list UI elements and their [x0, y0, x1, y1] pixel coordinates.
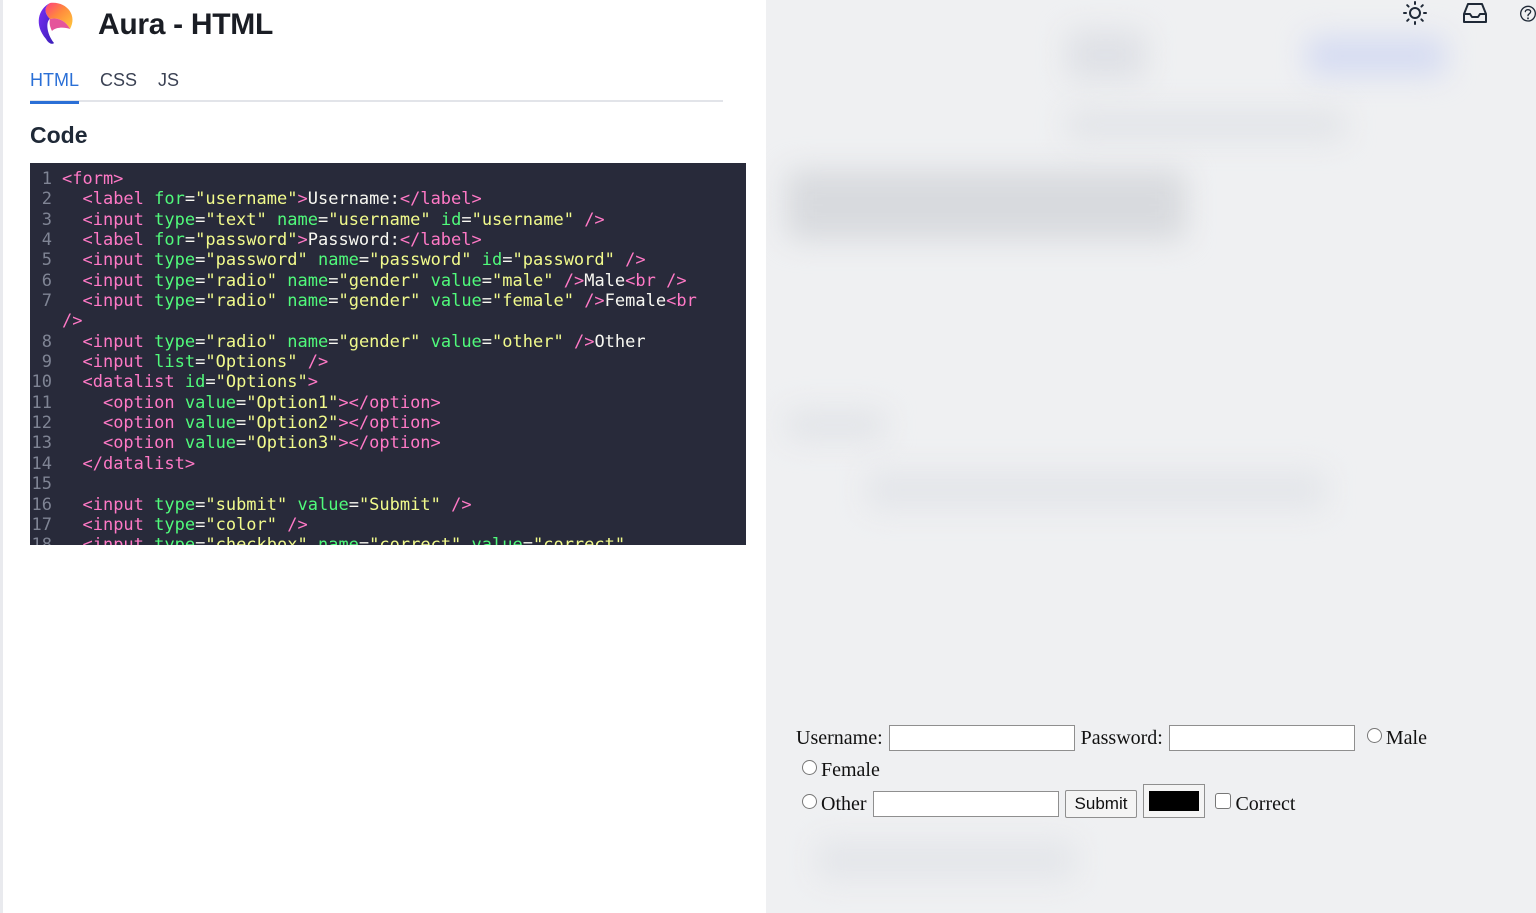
- line-number: 16: [31, 494, 52, 515]
- aura-logo-icon: [38, 2, 73, 44]
- blurred-element: [786, 170, 1186, 240]
- code-text: <datalist id="Options">: [82, 372, 318, 393]
- code-text: <input type="text" name="username" id="u…: [82, 209, 605, 230]
- form-row-2: Female: [796, 754, 1456, 786]
- options-list-input[interactable]: [872, 791, 1059, 817]
- code-text: <label for="password">Password:</label>: [82, 230, 482, 251]
- tab-css[interactable]: CSS: [100, 66, 137, 102]
- code-text: <option value="Option2"></option>: [102, 413, 441, 434]
- line-number: 12: [31, 413, 52, 434]
- line-number: 9: [41, 352, 52, 373]
- code-text: <input list="Options" />: [82, 352, 329, 373]
- correct-checkbox[interactable]: [1215, 793, 1232, 809]
- blurred-element: [1066, 30, 1146, 80]
- line-number: 1: [41, 169, 52, 189]
- top-toolbar: [1370, 0, 1536, 30]
- line-number: 14: [31, 453, 52, 474]
- code-text: <input type="password" name="password" i…: [82, 250, 646, 271]
- code-text: <option value="Option3"></option>: [102, 433, 441, 454]
- code-line: 6 <input type="radio" name="gender" valu…: [30, 271, 746, 291]
- male-radio[interactable]: [1366, 727, 1382, 743]
- code-editor[interactable]: 1 <form> 2 <label for="username">Username:…: [30, 163, 746, 545]
- code-line: 14 </datalist>: [30, 454, 746, 474]
- line-number: [30, 311, 62, 331]
- line-number: 3: [41, 209, 52, 230]
- code-line: 8 <input type="radio" name="gender" valu…: [30, 332, 746, 352]
- help-icon[interactable]: [1516, 0, 1536, 30]
- rendered-form: Username: Password: Male Female Other Su…: [796, 722, 1456, 822]
- male-label: Male: [1385, 727, 1427, 749]
- code-line: 3 <input type="text" name="username" id=…: [30, 210, 746, 230]
- code-line: 15: [30, 474, 746, 494]
- other-label: Other: [821, 793, 867, 815]
- code-line: 5 <input type="password" name="password"…: [30, 250, 746, 270]
- line-number: 8: [41, 331, 52, 352]
- code-text: </datalist>: [82, 453, 196, 474]
- code-line: />: [30, 311, 746, 331]
- code-line: 10 <datalist id="Options">: [30, 372, 746, 392]
- line-number: 17: [31, 514, 52, 535]
- form-row-1: Username: Password: Male: [796, 722, 1456, 754]
- username-label: Username:: [796, 727, 883, 749]
- line-number: 15: [31, 474, 52, 495]
- correct-label: Correct: [1235, 793, 1296, 815]
- password-input[interactable]: [1168, 725, 1355, 751]
- tab-js[interactable]: JS: [158, 66, 179, 102]
- username-input[interactable]: [888, 725, 1075, 751]
- line-number: 13: [31, 433, 52, 454]
- code-text: <input type="color" />: [82, 514, 308, 535]
- code-line: 17 <input type="color" />: [30, 515, 746, 535]
- line-number: 6: [41, 270, 52, 291]
- code-line: 7 <input type="radio" name="gender" valu…: [30, 291, 746, 311]
- blurred-element: [786, 410, 886, 440]
- blurred-element: [866, 470, 1326, 510]
- line-number: 4: [41, 230, 52, 251]
- code-line: 11 <option value="Option1"></option>: [30, 393, 746, 413]
- female-radio[interactable]: [802, 759, 817, 775]
- line-number: 2: [41, 189, 52, 210]
- code-text: <input type="radio" name="gender" value=…: [82, 331, 646, 352]
- code-text: <input type="radio" name="gender" value=…: [82, 291, 697, 312]
- blurred-element: [1306, 36, 1446, 76]
- password-label: Password:: [1080, 727, 1163, 749]
- code-text: <input type="submit" value="Submit" />: [82, 494, 472, 515]
- color-picker[interactable]: [1143, 784, 1206, 818]
- code-text: <input type="checkbox" name="correct" va…: [62, 535, 625, 545]
- blurred-element: [1066, 110, 1346, 140]
- code-line: 4 <label for="password">Password:</label…: [30, 230, 746, 250]
- form-row-3: Other Submit Correct: [796, 784, 1456, 822]
- blurred-element: [816, 840, 1076, 880]
- female-label: Female: [821, 759, 880, 781]
- app-title: Aura - HTML: [98, 8, 274, 41]
- tab-html[interactable]: HTML: [30, 66, 79, 104]
- line-number: 5: [41, 250, 52, 271]
- sun-icon[interactable]: [1400, 0, 1430, 30]
- code-text: />: [62, 311, 83, 332]
- code-line: 2 <label for="username">Username:</label…: [30, 189, 746, 209]
- line-number: 10: [31, 372, 52, 393]
- submit-button[interactable]: Submit: [1064, 790, 1138, 818]
- language-tabs: HTML CSS JS: [30, 66, 723, 104]
- line-number: 11: [31, 392, 52, 413]
- app-header: Aura - HTML: [30, 0, 273, 50]
- code-text: <form>: [62, 169, 124, 189]
- code-section-title: Code: [30, 122, 88, 148]
- code-line: 1 <form>: [30, 169, 746, 189]
- code-text: <input type="radio" name="gender" value=…: [82, 270, 687, 291]
- code-line: 16 <input type="submit" value="Submit" /…: [30, 495, 746, 515]
- code-line: 9 <input list="Options" />: [30, 352, 746, 372]
- other-radio[interactable]: [802, 793, 817, 809]
- editor-panel: Aura - HTML HTML CSS JS Code 1 <form> 2 <l…: [0, 0, 766, 913]
- line-number: 7: [41, 291, 52, 312]
- code-line: 12 <option value="Option2"></option>: [30, 413, 746, 433]
- code-line: 13 <option value="Option3"></option>: [30, 433, 746, 453]
- code-text: <label for="username">Username:</label>: [82, 189, 482, 210]
- code-line: 18 <input type="checkbox" name="correct"…: [30, 535, 746, 545]
- line-number: 18: [30, 535, 62, 545]
- color-swatch: [1149, 791, 1200, 811]
- inbox-icon[interactable]: [1460, 0, 1490, 30]
- code-text: <option value="Option1"></option>: [102, 392, 441, 413]
